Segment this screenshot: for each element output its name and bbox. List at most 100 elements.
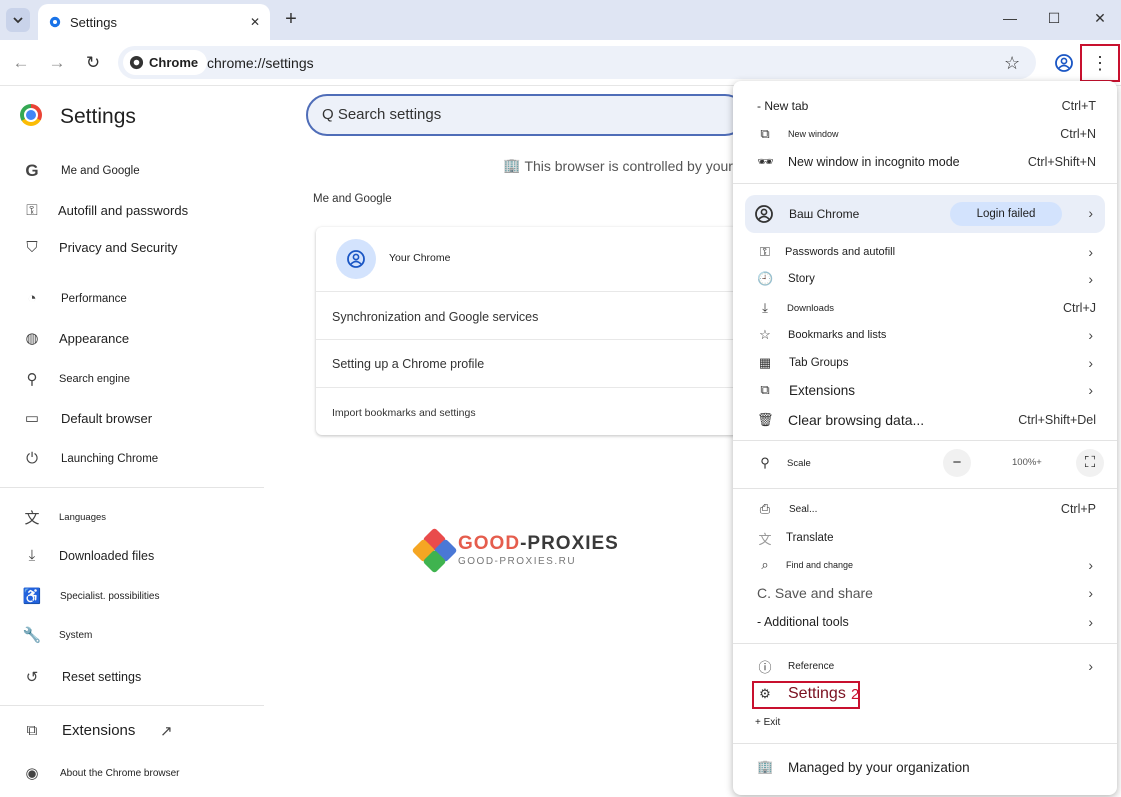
sidebar-item-about[interactable]: ◉ About the Chrome browser [22, 764, 179, 782]
menu-item-new-window[interactable]: ⧉ New window Ctrl+N [733, 121, 1117, 147]
trash-icon: 🗑 [757, 412, 774, 427]
sidebar-item-on-startup[interactable]: ⏻ Launching Chrome [22, 450, 158, 467]
annotation-step-2: 2 [851, 686, 860, 703]
menu-item-translate[interactable]: 文 Translate [733, 525, 1117, 551]
menu-item-clear-data[interactable]: 🗑 Clear browsing data... Ctrl+Shift+Del [733, 407, 1117, 433]
incognito-icon: 🕶 [757, 154, 774, 169]
zoom-out-button[interactable]: − [943, 449, 971, 477]
menu-item-history[interactable]: 🕘 Story › [733, 266, 1117, 292]
chrome-menu-button[interactable]: ⋮ [1080, 44, 1120, 82]
sidebar-item-privacy[interactable]: ⛉ Privacy and Security [22, 239, 177, 256]
gear-icon [49, 16, 61, 28]
palette-icon: ◍ [25, 330, 39, 347]
toolbar: ← → ↻ Chrome chrome://settings [0, 40, 1121, 86]
chrome-icon [129, 55, 144, 70]
menu-item-bookmarks[interactable]: ☆ Bookmarks and lists › [733, 322, 1117, 348]
address-bar[interactable]: Chrome chrome://settings [118, 46, 1036, 79]
menu-item-incognito[interactable]: 🕶 New window in incognito mode Ctrl+Shif… [733, 149, 1117, 175]
close-tab-icon[interactable]: ✕ [250, 15, 260, 29]
profile-name: Your Chrome [389, 252, 451, 264]
url-text: chrome://settings [207, 55, 314, 71]
menu-item-save-share[interactable]: C. Save and share › [733, 580, 1117, 606]
menu-item-extensions[interactable]: ⧉ Extensions › [733, 377, 1117, 403]
bookmark-star-icon[interactable]: ☆ [1004, 53, 1020, 74]
menu-divider [733, 743, 1117, 744]
profile-row[interactable]: Your Chrome [316, 227, 746, 291]
sidebar-item-languages[interactable]: 文 Languages [22, 507, 106, 528]
open-in-new-icon: ↗ [160, 722, 173, 740]
chevron-right-icon: › [1088, 557, 1093, 573]
search-settings-input[interactable]: Q Search settings [306, 94, 746, 136]
profile-icon[interactable] [1054, 53, 1074, 73]
maximize-button[interactable]: ☐ [1044, 10, 1064, 30]
building-icon: 🏢 [757, 759, 774, 774]
me-and-google-card: Your Chrome Synchronization and Google s… [316, 227, 746, 435]
chevron-right-icon: › [1088, 244, 1093, 260]
profile-icon [755, 205, 773, 223]
sidebar-divider [0, 705, 264, 706]
menu-item-find[interactable]: ⌕ Find and change › [733, 552, 1117, 578]
sidebar-item-reset[interactable]: ↺ Reset settings [22, 668, 142, 686]
sidebar-item-extensions[interactable]: ⧉ Extensions ↗ [22, 722, 173, 740]
forward-button[interactable]: → [46, 52, 68, 74]
chrome-logo-icon [20, 104, 42, 126]
chevron-right-icon: › [1088, 658, 1093, 674]
puzzle-icon: ⧉ [26, 722, 38, 739]
menu-profile-name: Ваш Chrome [789, 207, 860, 221]
accessibility-icon: ♿ [22, 588, 42, 605]
sync-services-row[interactable]: Synchronization and Google services [316, 291, 746, 339]
tab-title: Settings [70, 14, 117, 30]
wrench-icon: 🔧 [22, 627, 42, 644]
tab-settings[interactable]: Settings ✕ [38, 4, 270, 40]
reset-icon: ↺ [25, 669, 39, 686]
history-icon: 🕘 [757, 271, 774, 286]
sidebar-item-me-and-google[interactable]: G Me and Google [22, 161, 139, 181]
managed-notice: 🏢 This browser is controlled by your c [503, 157, 744, 174]
sidebar-item-accessibility[interactable]: ♿ Specialist. possibilities [22, 587, 160, 605]
close-window-button[interactable]: ✕ [1090, 10, 1110, 30]
sidebar-item-appearance[interactable]: ◍ Appearance [22, 329, 129, 347]
chrome-icon: ◉ [25, 765, 39, 782]
new-tab-button[interactable]: + [280, 8, 302, 32]
sidebar-item-performance[interactable]: ◔ Performance [22, 290, 126, 307]
chevron-right-icon: › [1088, 382, 1093, 398]
chrome-profile-row[interactable]: Setting up a Chrome profile [316, 339, 746, 387]
back-button[interactable]: ← [10, 52, 32, 74]
watermark-name-left: GOOD [458, 533, 521, 554]
import-bookmarks-row[interactable]: Import bookmarks and settings [316, 387, 746, 435]
reload-button[interactable]: ↻ [82, 52, 104, 74]
tab-search-button[interactable] [6, 8, 30, 32]
tab-strip: Settings ✕ + — ☐ ✕ [0, 0, 1121, 40]
new-window-icon: ⧉ [760, 126, 770, 141]
find-in-page-icon: ⌕ [761, 557, 769, 572]
sidebar-item-autofill[interactable]: ⚿ Autofill and passwords [22, 202, 188, 219]
menu-item-more-tools[interactable]: - Additional tools › [733, 609, 1117, 635]
sidebar-item-system[interactable]: 🔧 System [22, 626, 93, 644]
menu-item-help[interactable]: ⓘ Reference › [733, 653, 1117, 679]
menu-item-managed[interactable]: 🏢 Managed by your organization [733, 754, 1117, 780]
fullscreen-button[interactable]: ⛶ [1076, 449, 1104, 477]
menu-item-tab-groups[interactable]: ▦ Tab Groups › [733, 350, 1117, 376]
key-icon: ⚿ [760, 244, 770, 259]
menu-profile-row[interactable]: Ваш Chrome Login failed › [745, 195, 1105, 233]
watermark-name-right: -PROXIES [520, 533, 619, 554]
site-chip[interactable]: Chrome [123, 50, 208, 75]
login-status-badge[interactable]: Login failed [950, 202, 1062, 226]
minimize-button[interactable]: — [1000, 10, 1020, 30]
grid-icon: ▦ [758, 355, 772, 370]
chevron-right-icon: › [1088, 271, 1093, 287]
chevron-right-icon: › [1088, 614, 1093, 630]
sidebar-item-default-browser[interactable]: ▭ Default browser [22, 409, 152, 427]
menu-item-passwords[interactable]: ⚿ Passwords and autofill › [733, 239, 1117, 265]
speedometer-icon: ◔ [27, 290, 37, 307]
menu-item-downloads[interactable]: ⤓ Downloads Ctrl+J [733, 295, 1117, 321]
menu-item-new-tab[interactable]: - New tab Ctrl+T [733, 93, 1117, 119]
menu-item-exit[interactable]: + Exit [733, 709, 1117, 735]
menu-item-zoom: ⚲ Scale [733, 450, 1117, 476]
sidebar-item-downloads[interactable]: ⤓ Downloaded files [22, 547, 155, 564]
printer-icon: ⎙ [759, 501, 771, 516]
shield-icon: ⛉ [26, 239, 38, 256]
cubes-logo-icon [411, 527, 458, 574]
menu-item-print[interactable]: ⎙ Seal... Ctrl+P [733, 496, 1117, 522]
sidebar-item-search-engine[interactable]: ⚲ Search engine [22, 370, 130, 388]
